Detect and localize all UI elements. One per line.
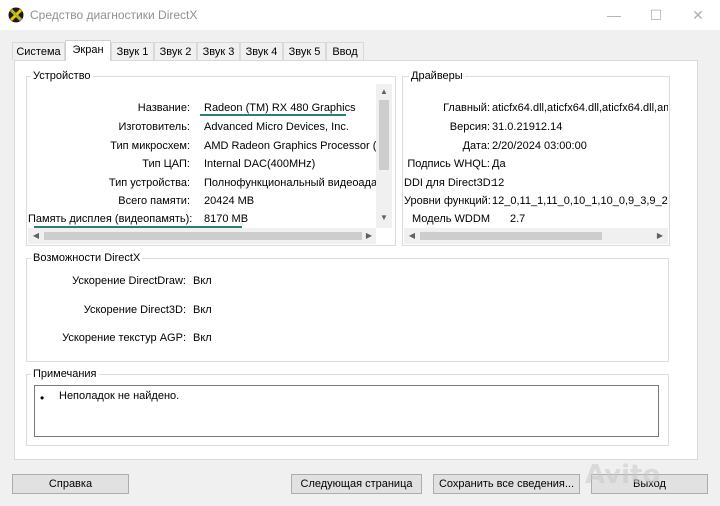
tab-input[interactable]: Ввод (326, 42, 364, 60)
manufacturer-value: Advanced Micro Devices, Inc. (204, 121, 349, 133)
device-row: Тип ЦАП: Internal DAC(400MHz) (28, 156, 388, 172)
directdraw-label: Ускорение DirectDraw: (72, 275, 186, 287)
total-memory-label: Всего памяти: (118, 195, 190, 207)
minimize-button[interactable]: — (596, 3, 632, 27)
notes-group-title: Примечания (31, 368, 99, 380)
device-name-label: Название: (137, 102, 190, 114)
device-row: Память дисплея (видеопамять): 8170 MB (28, 211, 388, 227)
tab-sound-2[interactable]: Звук 2 (154, 42, 197, 60)
maximize-button[interactable]: ☐ (638, 3, 674, 27)
device-row: Тип устройства: Полнофункциональный виде… (28, 175, 388, 191)
minimize-icon: — (607, 7, 621, 23)
version-value: 31.0.21912.14 (492, 121, 563, 133)
driver-row: Уровни функций: 12_0,11_1,11_0,10_1,10_0… (404, 193, 668, 209)
dac-type-value: Internal DAC(400MHz) (204, 158, 316, 170)
manufacturer-label: Изготовитель: (118, 121, 191, 133)
agp-value: Вкл (193, 332, 212, 344)
direct3d-row: Ускорение Direct3D: Вкл (26, 302, 326, 318)
device-group-title: Устройство (31, 70, 93, 82)
note-text: Неполадок не найдено. (59, 390, 180, 402)
device-vscroll-thumb[interactable] (379, 100, 389, 170)
feature-levels-label: Уровни функций: (404, 195, 491, 207)
direct3d-value: Вкл (193, 304, 212, 316)
driver-row: Модель WDDM 2.7 (404, 211, 668, 226)
device-vertical-scrollbar[interactable]: ▲ ▼ (376, 84, 392, 228)
driver-row: Подпись WHQL: Да (404, 156, 668, 172)
whql-label: Подпись WHQL: (407, 158, 490, 170)
display-memory-value: 8170 MB (204, 213, 249, 225)
directx-app-icon (8, 7, 24, 23)
scroll-down-icon[interactable]: ▼ (377, 212, 391, 226)
agp-label: Ускорение текстур AGP: (62, 332, 186, 344)
wddm-label: Модель WDDM (412, 213, 490, 225)
version-label: Версия: (449, 121, 490, 133)
chip-type-label: Тип микросхем: (110, 140, 190, 152)
tab-sound-3[interactable]: Звук 3 (197, 42, 240, 60)
display-memory-label: Память дисплея (видеопамять): (28, 213, 193, 225)
direct3d-label: Ускорение Direct3D: (83, 304, 186, 316)
close-icon: ✕ (692, 7, 704, 23)
driver-row: Версия: 31.0.21912.14 (404, 119, 668, 135)
driver-row: DDI для Direct3D: 12 (404, 175, 668, 191)
drivers-horizontal-scrollbar[interactable]: ◀ ▶ (404, 228, 668, 244)
watermark-text: Avito (585, 460, 661, 490)
feature-levels-value: 12_0,11_1,11_0,10_1,10_0,9_3,9_2, (492, 195, 668, 207)
device-row: Всего памяти: 20424 MB (28, 193, 388, 209)
scroll-right-icon[interactable]: ▶ (362, 230, 376, 244)
tab-system[interactable]: Система (12, 42, 65, 60)
window-title: Средство диагностики DirectX (30, 8, 198, 22)
tab-sound-5[interactable]: Звук 5 (283, 42, 326, 60)
close-button[interactable]: ✕ (680, 3, 716, 27)
maximize-icon: ☐ (649, 7, 663, 23)
main-driver-label: Главный: (443, 102, 490, 114)
device-type-label: Тип устройства: (108, 177, 190, 189)
scroll-left-icon[interactable]: ◀ (405, 230, 419, 244)
drivers-info-list: Главный: aticfx64.dll,aticfx64.dll,aticf… (404, 84, 668, 226)
dac-type-label: Тип ЦАП: (142, 158, 190, 170)
device-type-value: Полнофункциональный видеоадап (204, 177, 376, 189)
ddi-label: DDI для Direct3D: (404, 177, 494, 189)
tab-display[interactable]: Экран (65, 40, 111, 61)
total-memory-value: 20424 MB (204, 195, 255, 207)
directdraw-row: Ускорение DirectDraw: Вкл (26, 273, 326, 289)
main-driver-value: aticfx64.dll,aticfx64.dll,aticfx64.dll,a… (492, 102, 668, 114)
date-value: 2/20/2024 03:00:00 (492, 140, 587, 152)
next-page-button[interactable]: Следующая страница (291, 474, 422, 494)
whql-value: Да (492, 158, 506, 170)
drivers-hscroll-thumb[interactable] (420, 232, 602, 240)
tab-sound-4[interactable]: Звук 4 (240, 42, 283, 60)
scroll-left-icon[interactable]: ◀ (29, 230, 43, 244)
save-all-button[interactable]: Сохранить все сведения... (433, 474, 580, 494)
scroll-right-icon[interactable]: ▶ (653, 230, 667, 244)
notes-textbox[interactable]: • Неполадок не найдено. (34, 385, 659, 437)
directx-features-title: Возможности DirectX (31, 252, 143, 264)
scroll-up-icon[interactable]: ▲ (377, 86, 391, 100)
date-label: Дата: (462, 140, 490, 152)
directdraw-value: Вкл (193, 275, 212, 287)
device-hscroll-thumb[interactable] (44, 232, 362, 240)
avito-watermark: Avito (585, 460, 660, 490)
driver-row: Главный: aticfx64.dll,aticfx64.dll,aticf… (404, 100, 668, 116)
device-name-highlight (200, 114, 346, 116)
ddi-value: 12 (492, 177, 505, 189)
tab-sound-1[interactable]: Звук 1 (111, 42, 154, 60)
drivers-group-title: Драйверы (409, 70, 465, 82)
title-bar: Средство диагностики DirectX — ☐ ✕ (0, 0, 720, 30)
driver-row: Дата: 2/20/2024 03:00:00 (404, 138, 668, 154)
device-row: Изготовитель: Advanced Micro Devices, In… (28, 119, 388, 135)
note-bullet: • (40, 391, 45, 405)
chip-type-value: AMD Radeon Graphics Processor (0x6 (204, 140, 376, 152)
wddm-value: 2.7 (510, 213, 526, 225)
device-horizontal-scrollbar[interactable]: ◀ ▶ (28, 228, 376, 244)
agp-row: Ускорение текстур AGP: Вкл (26, 330, 326, 346)
device-info-list: Название: Radeon (TM) RX 480 Graphics Из… (28, 84, 392, 244)
help-button[interactable]: Справка (12, 474, 129, 494)
device-row: Тип микросхем: AMD Radeon Graphics Proce… (28, 138, 388, 154)
